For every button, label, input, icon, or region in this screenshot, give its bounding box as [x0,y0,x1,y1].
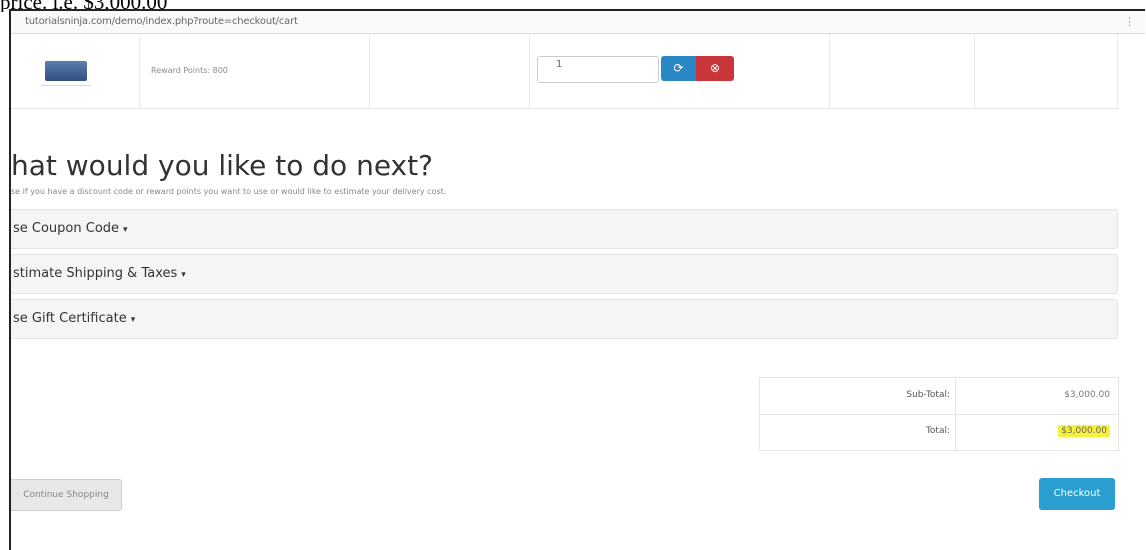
coupon-panel[interactable]: se Coupon Code ▾ [11,209,1118,249]
subtotal-label: Sub-Total: [906,390,950,400]
subtotal-value: $3,000.00 [1064,390,1110,400]
browser-frame: tutorialsninja.com/demo/index.php?route=… [9,9,1145,550]
url-text[interactable]: tutorialsninja.com/demo/index.php?route=… [25,16,298,27]
image-cell [11,33,140,108]
name-cell: Reward Points: 800 [139,33,370,108]
product-thumbnail[interactable] [45,61,87,81]
remove-icon: ⊗ [709,61,721,75]
page-heading: hat would you like to do next? [11,149,433,182]
checkout-button[interactable]: Checkout [1039,478,1115,510]
hint-text: se if you have a discount code or reward… [11,187,447,196]
divider [955,378,956,414]
caret-down-icon: ▾ [130,315,136,325]
subtotal-row: Sub-Total: $3,000.00 [760,378,1118,415]
shipping-panel[interactable]: stimate Shipping & Taxes ▾ [11,254,1118,294]
total-label: Total: [925,426,950,436]
gift-certificate-panel-title[interactable]: se Gift Certificate ▾ [13,311,135,326]
caret-down-icon: ▾ [181,270,186,280]
shipping-panel-title[interactable]: stimate Shipping & Taxes ▾ [13,266,186,281]
menu-icon[interactable]: ⋮ [1124,15,1135,28]
product-name: Reward Points: 800 [151,66,228,75]
remove-button[interactable]: ⊗ [696,56,734,81]
quantity-value: 1 [556,59,563,70]
total-value: $3,000.00 [1058,425,1110,437]
divider [955,414,956,450]
highlighted-total: $3,000.00 [1058,425,1110,437]
divider [41,85,91,86]
caret-down-icon: ▾ [123,225,128,235]
address-bar[interactable]: tutorialsninja.com/demo/index.php?route=… [11,11,1145,34]
totals-table: Sub-Total: $3,000.00 Total: $3,000.00 [759,377,1119,451]
model-cell [369,33,530,108]
quantity-input[interactable]: 1 [537,56,659,83]
gift-certificate-panel[interactable]: se Gift Certificate ▾ [11,299,1118,339]
total-row: Total: $3,000.00 [760,414,1118,450]
refresh-icon: ⟳ [673,61,684,75]
unit-price-cell [829,33,975,108]
update-button[interactable]: ⟳ [661,56,696,81]
cart-product-row: Reward Points: 800 1 ⟳ ⊗ [11,33,1119,109]
total-cell [974,33,1118,108]
coupon-panel-title[interactable]: se Coupon Code ▾ [13,221,128,236]
continue-shopping-button[interactable]: Continue Shopping [11,479,122,511]
